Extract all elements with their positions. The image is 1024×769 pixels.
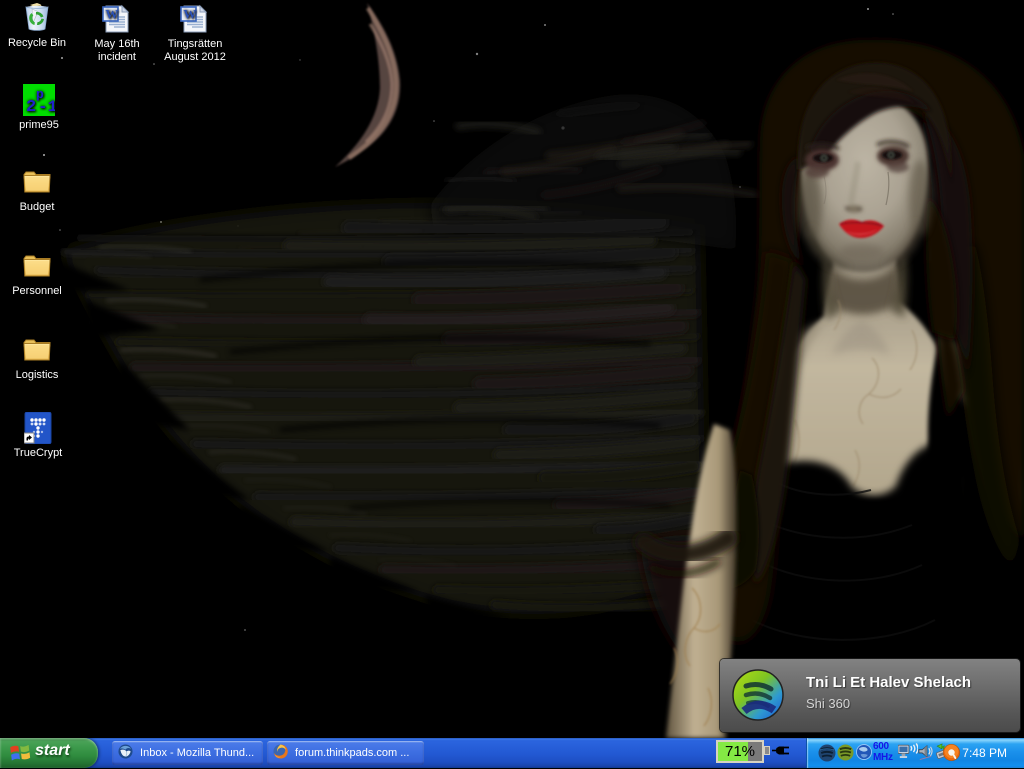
svg-text:-1: -1 [38,98,55,116]
svg-text:2: 2 [26,98,36,116]
